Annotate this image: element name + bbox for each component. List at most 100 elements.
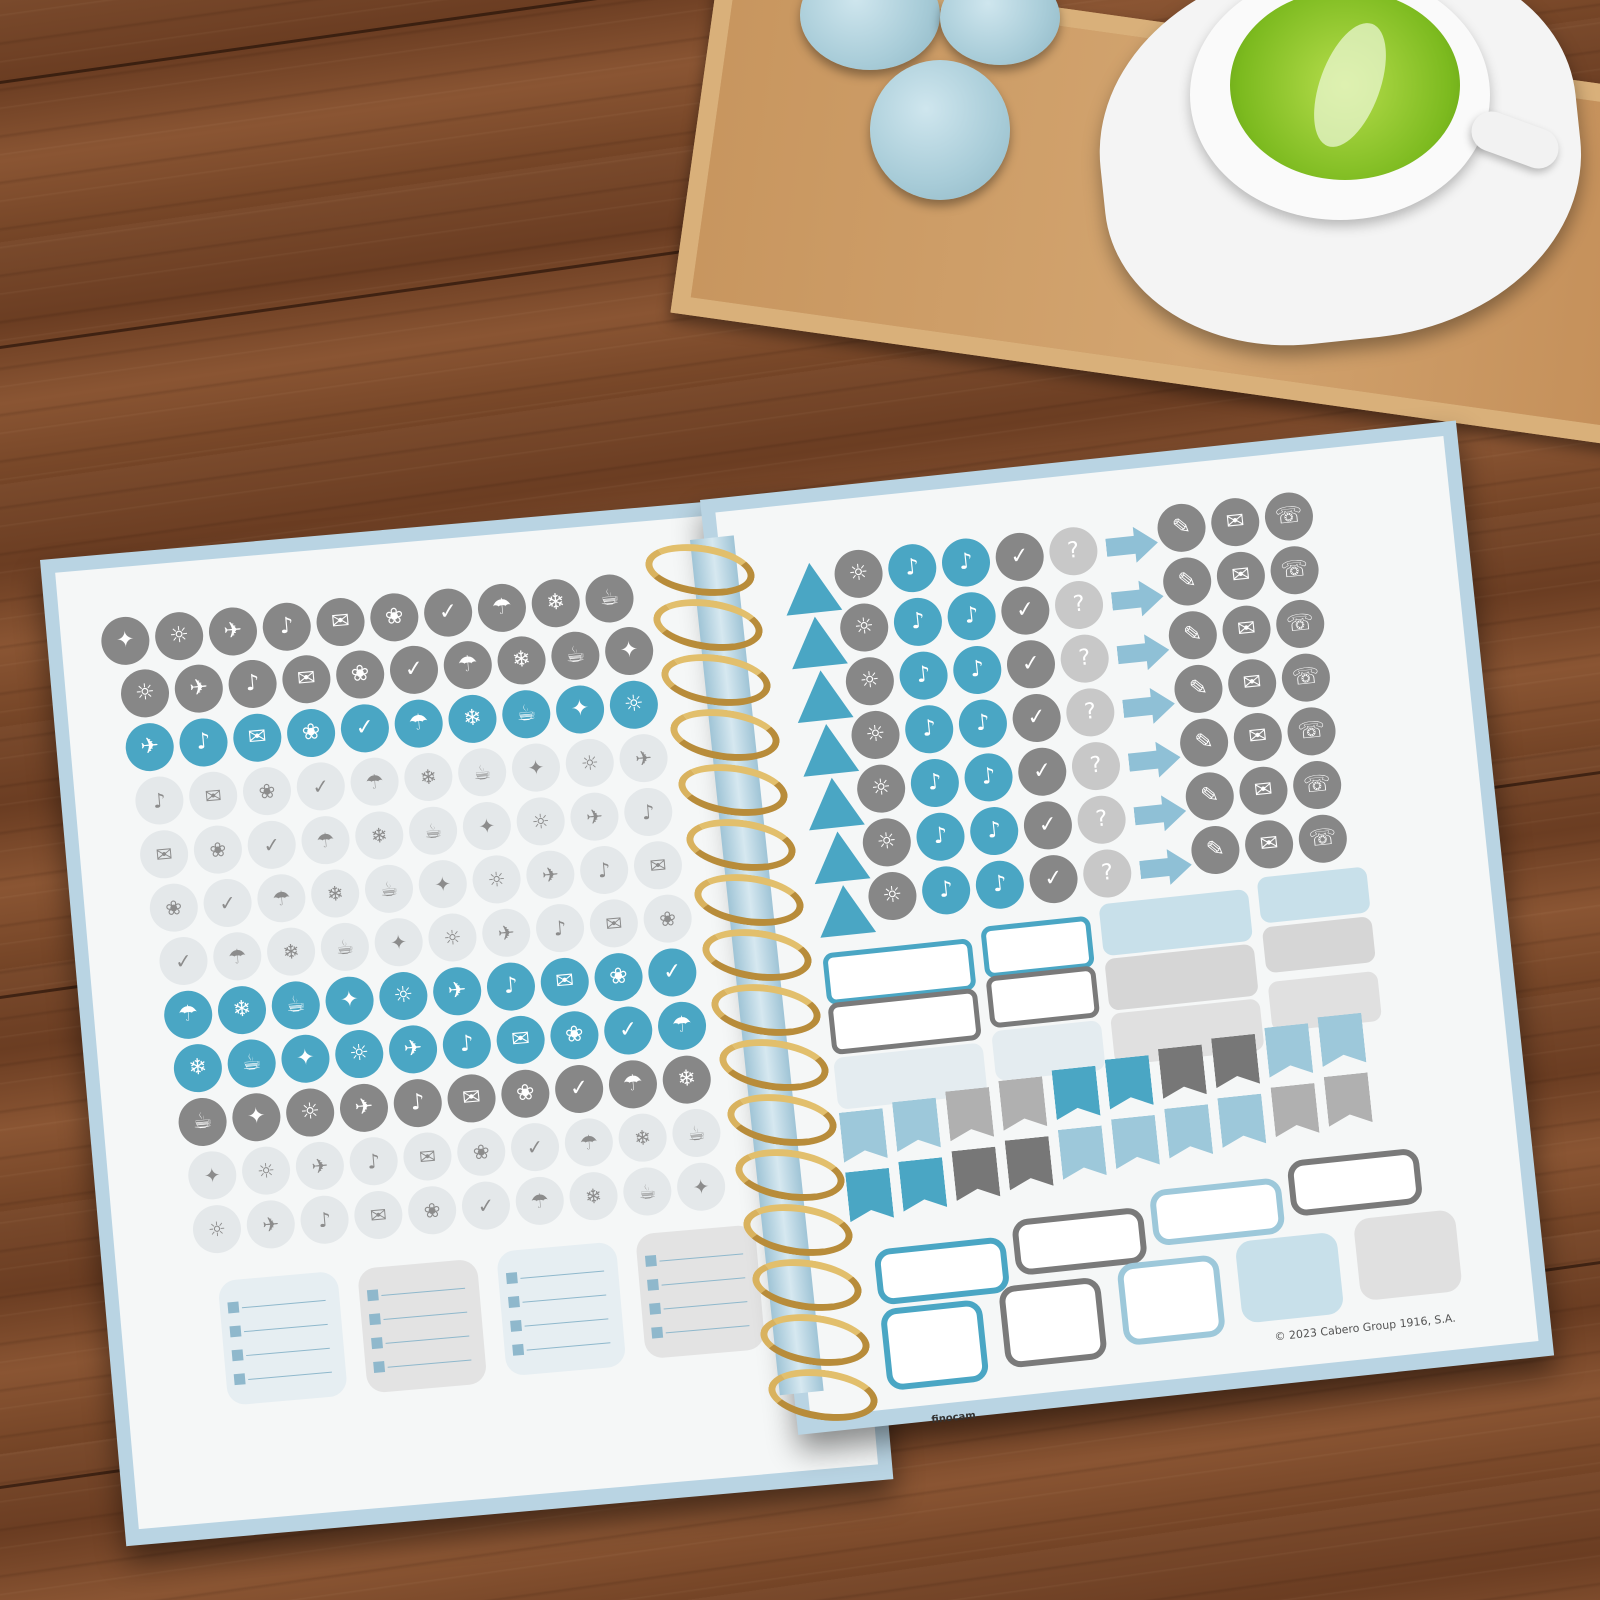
sticker-symbol-icon: ✓ xyxy=(476,1192,496,1219)
sticker-symbol-icon: ❄ xyxy=(325,880,345,907)
sticker-symbol-icon: ✉ xyxy=(1258,830,1280,858)
checkbox-square xyxy=(227,1301,240,1314)
bookmark-flag xyxy=(1217,1094,1266,1148)
sticker-symbol-icon: ♪ xyxy=(968,656,986,683)
speech-bubble-sticker xyxy=(1286,1147,1424,1218)
sticker-icon-circle: ☼ xyxy=(607,678,660,731)
warning-icon xyxy=(803,774,865,831)
sticker-icon-circle: ? xyxy=(1063,685,1117,739)
sticker-symbol-icon: ✓ xyxy=(174,948,193,974)
sticker-symbol-icon: ☼ xyxy=(847,559,870,587)
sticker-symbol-icon: ♪ xyxy=(991,871,1009,898)
sticker-symbol-icon: ✉ xyxy=(1241,669,1263,697)
sticker-icon-circle: ☕ xyxy=(583,572,636,625)
sticker-icon-circle: ☕ xyxy=(670,1106,723,1159)
sticker-symbol-icon: ❀ xyxy=(608,963,629,990)
sticker-symbol-icon: ☂ xyxy=(271,885,292,911)
checkbox-square xyxy=(651,1326,664,1339)
sticker-symbol-icon: ☼ xyxy=(853,613,876,641)
checkbox-square xyxy=(649,1302,662,1315)
note-line xyxy=(659,1253,744,1262)
sticker-symbol-icon: ✈ xyxy=(634,745,653,771)
warning-icon xyxy=(798,721,860,777)
sticker-icon-circle: ☂ xyxy=(441,639,494,692)
sticker-icon-circle: ❀ xyxy=(368,591,421,644)
sticker-symbol-icon: ☼ xyxy=(299,1098,322,1126)
warning-icon xyxy=(781,560,843,616)
sticker-symbol-icon: ☂ xyxy=(529,1188,550,1214)
sticker-icon-circle: ♪ xyxy=(484,960,537,1013)
sticker-icon-circle: ☕ xyxy=(549,629,602,682)
sticker-symbol-icon: ✈ xyxy=(496,920,516,946)
sticker-icon-circle: ☼ xyxy=(240,1144,293,1197)
sticker-symbol-icon: ✉ xyxy=(154,841,174,867)
sticker-icon-circle: ✉ xyxy=(587,897,640,950)
sticker-icon-circle: ✓ xyxy=(422,586,475,639)
sticker-icon-circle: ❄ xyxy=(215,984,268,1037)
sticker-symbol-icon: ♪ xyxy=(366,1148,382,1174)
sticker-symbol-icon: ♪ xyxy=(903,554,921,581)
sticker-icon-circle: ♪ xyxy=(945,589,999,643)
sticker-symbol-icon: ☕ xyxy=(284,991,307,1019)
sticker-symbol-icon: ✦ xyxy=(526,754,546,781)
sticker-symbol-icon: ❀ xyxy=(515,1079,536,1107)
checkbox-square xyxy=(233,1373,246,1386)
checkbox-square xyxy=(368,1313,381,1326)
sticker-icon-circle: ♪ xyxy=(534,902,587,955)
sticker-icon-circle: ☂ xyxy=(606,1058,659,1111)
note-line xyxy=(381,1287,466,1297)
sticker-icon-circle: ✓ xyxy=(387,643,440,696)
sticker-symbol-icon: ✓ xyxy=(617,1016,639,1044)
sticker-symbol-icon: ☕ xyxy=(191,1108,214,1135)
sticker-symbol-icon: ✦ xyxy=(691,1174,711,1200)
sticker-icon-circle: ✓ xyxy=(338,702,391,755)
sticker-symbol-icon: ✓ xyxy=(568,1075,590,1102)
sticker-icon-circle: ✓ xyxy=(1021,799,1075,852)
sticker-symbol-icon: ❄ xyxy=(545,589,566,616)
sticker-icon-circle: ☕ xyxy=(621,1165,674,1218)
note-line xyxy=(248,1371,332,1380)
sticker-icon-circle: ♪ xyxy=(177,716,230,769)
sticker-icon-circle: ♪ xyxy=(885,541,939,595)
sticker-icon-circle: ✓ xyxy=(245,818,298,871)
sticker-icon-circle: ✓ xyxy=(998,584,1052,637)
sticker-symbol-icon: ? xyxy=(1088,752,1104,779)
sticker-icon-circle: ♪ xyxy=(622,785,675,838)
note-line xyxy=(241,1299,326,1309)
sticker-symbol-icon: ✎ xyxy=(1176,567,1198,595)
notepad-sticker xyxy=(635,1224,766,1360)
sticker-symbol-icon: ✉ xyxy=(203,783,223,809)
sticker-symbol-icon: ✓ xyxy=(354,714,376,742)
checkbox-square xyxy=(512,1343,525,1356)
note-line xyxy=(661,1277,746,1286)
checkbox-square xyxy=(231,1349,244,1362)
phone-icon: ☏ xyxy=(1273,597,1327,651)
sticker-symbol-icon: ✦ xyxy=(618,637,640,664)
bookmark-flag xyxy=(998,1076,1047,1130)
sticker-icon-circle: ☕ xyxy=(269,979,322,1032)
sticker-symbol-icon: ✓ xyxy=(525,1134,545,1160)
sticker-icon-circle: ✉ xyxy=(314,596,367,649)
sticker-icon-circle: ❄ xyxy=(171,1042,224,1095)
macaron xyxy=(870,60,1010,200)
sticker-symbol-icon: ♪ xyxy=(502,973,520,1000)
speech-bubble-sticker xyxy=(873,1236,1011,1306)
sticker-symbol-icon: ✉ xyxy=(648,852,668,878)
sticker-symbol-icon: ♪ xyxy=(244,670,261,697)
sticker-symbol-icon: ☕ xyxy=(423,818,444,844)
sticker-symbol-icon: ☂ xyxy=(621,1070,644,1098)
bookmark-flag xyxy=(1271,1083,1320,1137)
sticker-symbol-icon: ✦ xyxy=(389,929,409,955)
note-line xyxy=(385,1335,470,1344)
checkbox-square xyxy=(505,1272,518,1285)
sticker-icon-circle: ☕ xyxy=(225,1037,278,1090)
sticker-icon-circle: ✓ xyxy=(993,530,1047,584)
sticker-icon-circle: ♪ xyxy=(298,1193,351,1246)
sticker-symbol-icon: ✓ xyxy=(262,832,282,858)
sticker-icon-circle: ✉ xyxy=(138,828,191,881)
sticker-icon-circle: ? xyxy=(1047,524,1100,578)
sticker-icon-circle: ☼ xyxy=(514,795,567,848)
sticker-symbol-icon: ♪ xyxy=(980,763,997,791)
sticker-symbol-icon: ✓ xyxy=(662,958,683,986)
sticker-symbol-icon: ❄ xyxy=(511,646,532,674)
